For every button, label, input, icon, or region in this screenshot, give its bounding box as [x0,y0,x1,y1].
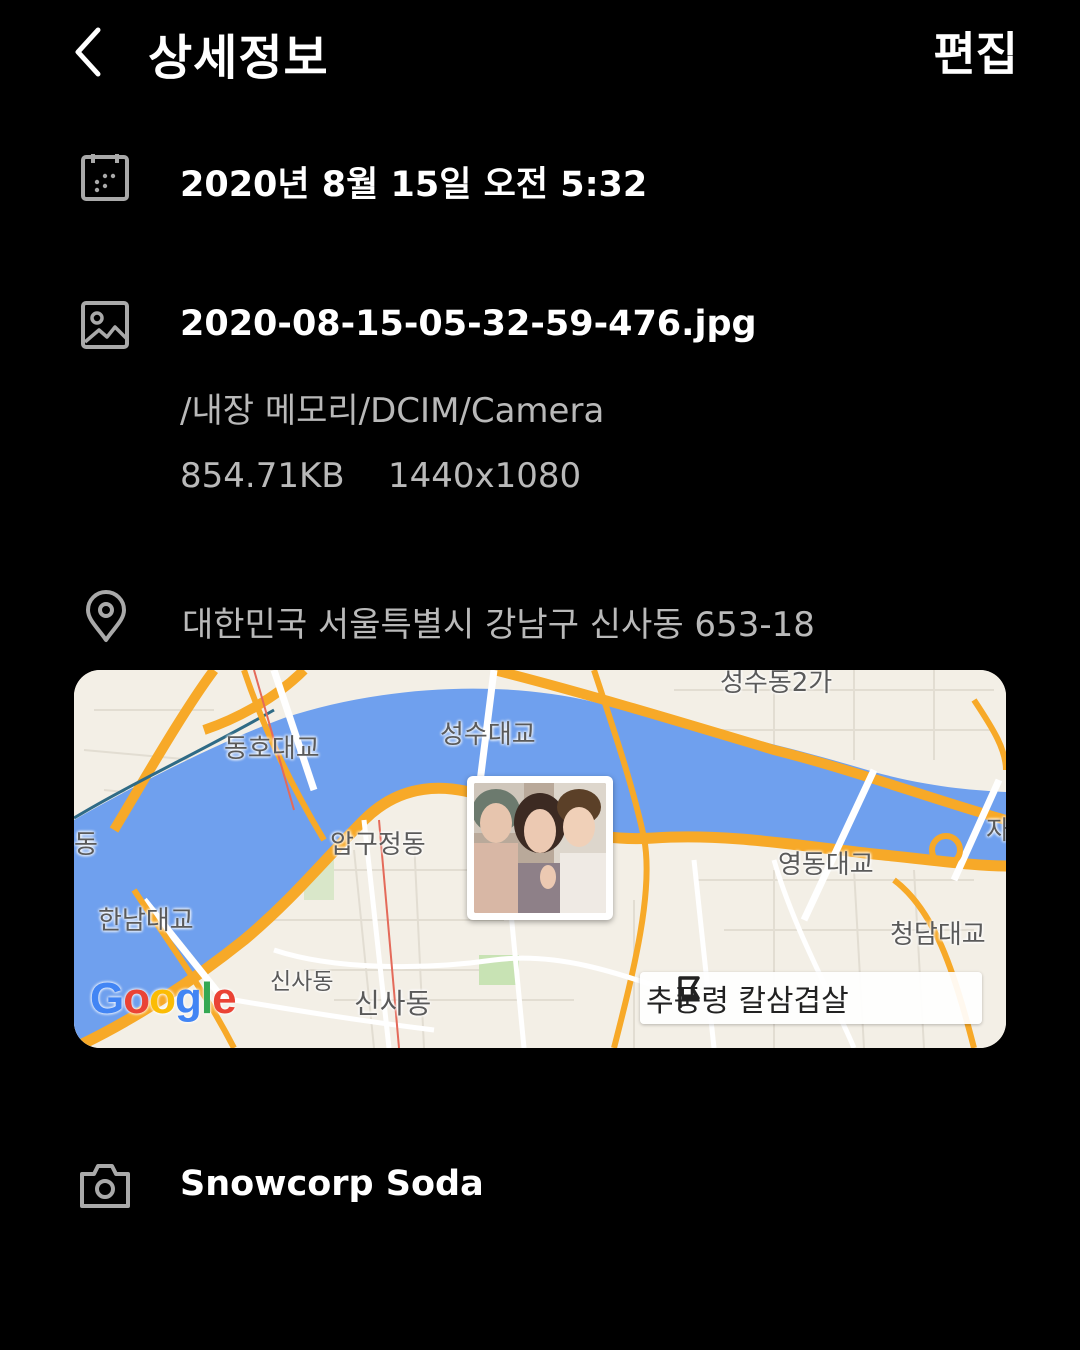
file-path-text: /내장 메모리/DCIM/Camera [180,391,605,431]
photo-thumbnail-marker[interactable] [467,776,613,920]
map-label-right-edge: 자 [986,816,1006,846]
location-map[interactable]: 동호대교 성수대교 성수동2가 압구정동 영동대교 한남대교 청담대교 신사동 … [74,670,1006,1048]
date-time-text: 2020년 8월 15일 오전 5:32 [180,165,648,205]
map-label-hannam-bridge: 한남대교 [98,906,194,936]
edit-button[interactable]: 편집 [933,18,1018,84]
flag-icon [678,976,700,1008]
place-chip[interactable]: 추풍령 칼삼겹살 [640,972,982,1024]
map-label-yeongdong-bridge: 영동대교 [778,850,874,880]
map-label-seongsu-bridge: 성수대교 [440,720,536,750]
image-icon [78,298,134,354]
map-label-dongho-bridge: 동호대교 [224,734,320,764]
page-title: 상세정보 [148,30,329,86]
camera-icon [78,1158,134,1214]
map-label-seongsu-dong: 성수동2가 [720,670,833,698]
top-app-bar: 상세정보 편집 [0,0,1080,110]
photo-thumbnail-image [474,783,606,913]
camera-model-text: Snowcorp Soda [180,1164,484,1204]
location-pin-icon [80,590,136,646]
resolution-text: 1440x1080 [388,456,582,496]
back-button[interactable] [60,22,116,82]
map-label-apgujeong: 압구정동 [330,830,426,860]
back-arrow-icon [75,27,101,77]
map-label-sinsa-station: 신사동 [270,969,334,995]
map-label-cheongdam-bridge: 청담대교 [890,920,986,950]
map-label-left-edge: 동 [74,830,98,860]
calendar-icon [78,150,134,206]
file-name-text: 2020-08-15-05-32-59-476.jpg [180,304,757,344]
file-size-text: 854.71KB [180,456,345,496]
map-label-sinsa-dong: 신사동 [354,987,432,1020]
google-logo: Google [90,974,237,1023]
address-text: 대한민국 서울특별시 강남구 신사동 653-18 [182,605,815,645]
